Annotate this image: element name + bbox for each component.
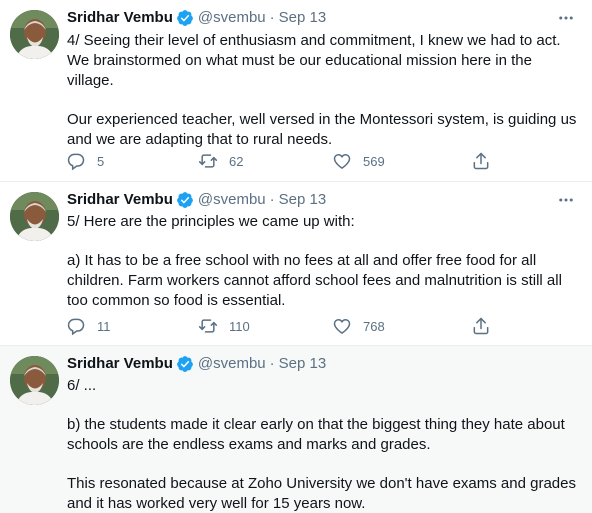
avatar[interactable] bbox=[10, 10, 59, 59]
tweet-actions: 11 110 768 bbox=[66, 314, 496, 338]
tweet-header: Sridhar Vembu @svembu · Sep 13 bbox=[67, 353, 326, 375]
like-icon bbox=[332, 151, 352, 171]
like-count: 569 bbox=[363, 153, 385, 169]
author-handle[interactable]: @svembu bbox=[198, 190, 266, 210]
tweet-paragraph: Our experienced teacher, well versed in … bbox=[67, 111, 577, 148]
verified-badge-icon bbox=[176, 9, 194, 27]
like-button[interactable]: 569 bbox=[332, 149, 385, 173]
tweet-actions: 5 62 569 bbox=[66, 149, 496, 173]
like-count: 768 bbox=[363, 318, 385, 334]
tweet-header: Sridhar Vembu @svembu · Sep 13 bbox=[67, 189, 326, 211]
author-handle[interactable]: @svembu bbox=[198, 8, 266, 28]
retweet-icon bbox=[198, 151, 218, 171]
tweet[interactable]: Sridhar Vembu @svembu · Sep 13 5/ Here a… bbox=[0, 182, 592, 346]
author-name[interactable]: Sridhar Vembu bbox=[67, 8, 173, 28]
tweet-text: 4/ Seeing their level of enthusiasm and … bbox=[67, 31, 579, 150]
author-name[interactable]: Sridhar Vembu bbox=[67, 190, 173, 210]
tweet[interactable]: Sridhar Vembu @svembu · Sep 13 6/ ... b)… bbox=[0, 346, 592, 513]
share-button[interactable] bbox=[471, 314, 491, 338]
tweet-paragraph: 4/ Seeing their level of enthusiasm and … bbox=[67, 32, 561, 89]
tweet-feed: Sridhar Vembu @svembu · Sep 13 4/ Seeing… bbox=[0, 0, 592, 513]
separator: · bbox=[269, 191, 275, 208]
more-icon[interactable] bbox=[556, 190, 576, 210]
separator: · bbox=[269, 355, 275, 372]
retweet-icon bbox=[198, 316, 218, 336]
tweet-date[interactable]: Sep 13 bbox=[279, 8, 327, 28]
retweet-count: 62 bbox=[229, 153, 244, 169]
tweet-header: Sridhar Vembu @svembu · Sep 13 bbox=[67, 7, 326, 29]
retweet-button[interactable]: 62 bbox=[198, 149, 243, 173]
reply-icon bbox=[66, 316, 86, 336]
tweet-text: 5/ Here are the principles we came up wi… bbox=[67, 212, 579, 311]
verified-badge-icon bbox=[176, 355, 194, 373]
reply-button[interactable]: 11 bbox=[66, 314, 111, 338]
tweet-date[interactable]: Sep 13 bbox=[279, 190, 327, 210]
share-icon bbox=[471, 316, 491, 336]
reply-count: 11 bbox=[97, 318, 111, 334]
reply-icon bbox=[66, 151, 86, 171]
tweet-paragraph: 6/ ... bbox=[67, 377, 97, 394]
avatar[interactable] bbox=[10, 192, 59, 241]
tweet-date[interactable]: Sep 13 bbox=[279, 354, 327, 374]
avatar[interactable] bbox=[10, 356, 59, 405]
separator: · bbox=[269, 9, 275, 26]
retweet-count: 110 bbox=[229, 318, 250, 334]
tweet[interactable]: Sridhar Vembu @svembu · Sep 13 4/ Seeing… bbox=[0, 0, 592, 182]
more-icon[interactable] bbox=[556, 8, 576, 28]
reply-count: 5 bbox=[97, 153, 105, 169]
share-icon bbox=[471, 151, 491, 171]
retweet-button[interactable]: 110 bbox=[198, 314, 250, 338]
author-handle[interactable]: @svembu bbox=[198, 354, 266, 374]
tweet-paragraph: 5/ Here are the principles we came up wi… bbox=[67, 213, 355, 230]
tweet-paragraph: This resonated because at Zoho Universit… bbox=[67, 475, 576, 512]
author-name[interactable]: Sridhar Vembu bbox=[67, 354, 173, 374]
tweet-paragraph: b) the students made it clear early on t… bbox=[67, 416, 565, 453]
reply-button[interactable]: 5 bbox=[66, 149, 104, 173]
like-icon bbox=[332, 316, 352, 336]
share-button[interactable] bbox=[471, 149, 491, 173]
tweet-paragraph: a) It has to be a free school with no fe… bbox=[67, 252, 562, 309]
like-button[interactable]: 768 bbox=[332, 314, 385, 338]
tweet-text: 6/ ... b) the students made it clear ear… bbox=[67, 376, 579, 513]
verified-badge-icon bbox=[176, 191, 194, 209]
